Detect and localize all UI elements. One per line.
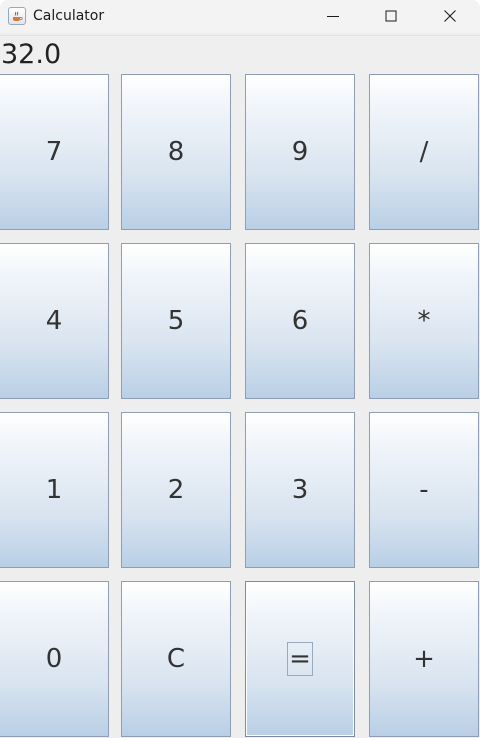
key-subtract[interactable]: - [369,412,479,568]
key-label: - [419,475,429,505]
maximize-button[interactable] [368,0,414,33]
key-label: 9 [291,137,309,167]
key-label: / [419,137,429,167]
maximize-icon [385,10,397,22]
key-label: 7 [45,137,63,167]
key-7[interactable]: 7 [0,74,109,230]
minimize-icon [327,16,339,17]
window-title: Calculator [33,8,105,24]
key-3[interactable]: 3 [245,412,355,568]
key-8[interactable]: 8 [121,74,231,230]
key-label: 5 [167,306,185,336]
display-value: 32.0 [1,39,62,70]
key-label: = [287,642,313,676]
key-clear[interactable]: C [121,581,231,737]
calculator-display: 32.0 [0,35,480,73]
key-4[interactable]: 4 [0,243,109,399]
minimize-button[interactable] [310,0,356,33]
key-label: 4 [45,306,63,336]
key-label: 3 [291,475,309,505]
title-bar[interactable]: Calculator [0,0,480,33]
key-label: 6 [291,306,309,336]
key-label: C [166,644,186,674]
key-add[interactable]: + [369,581,479,737]
close-icon [444,10,456,22]
key-label: * [417,306,431,336]
key-label: 1 [45,475,63,505]
close-button[interactable] [427,0,473,33]
key-2[interactable]: 2 [121,412,231,568]
key-label: 8 [167,137,185,167]
java-cup-icon [8,7,26,25]
key-multiply[interactable]: * [369,243,479,399]
key-label: 0 [45,644,63,674]
key-equals[interactable]: = [245,581,355,737]
key-6[interactable]: 6 [245,243,355,399]
calculator-window: Calculator 32.0 7 8 9 / 4 5 6 * 1 2 3 - [0,0,480,738]
key-0[interactable]: 0 [0,581,109,737]
key-5[interactable]: 5 [121,243,231,399]
key-9[interactable]: 9 [245,74,355,230]
key-label: 2 [167,475,185,505]
key-label: + [413,644,435,674]
key-divide[interactable]: / [369,74,479,230]
key-1[interactable]: 1 [0,412,109,568]
